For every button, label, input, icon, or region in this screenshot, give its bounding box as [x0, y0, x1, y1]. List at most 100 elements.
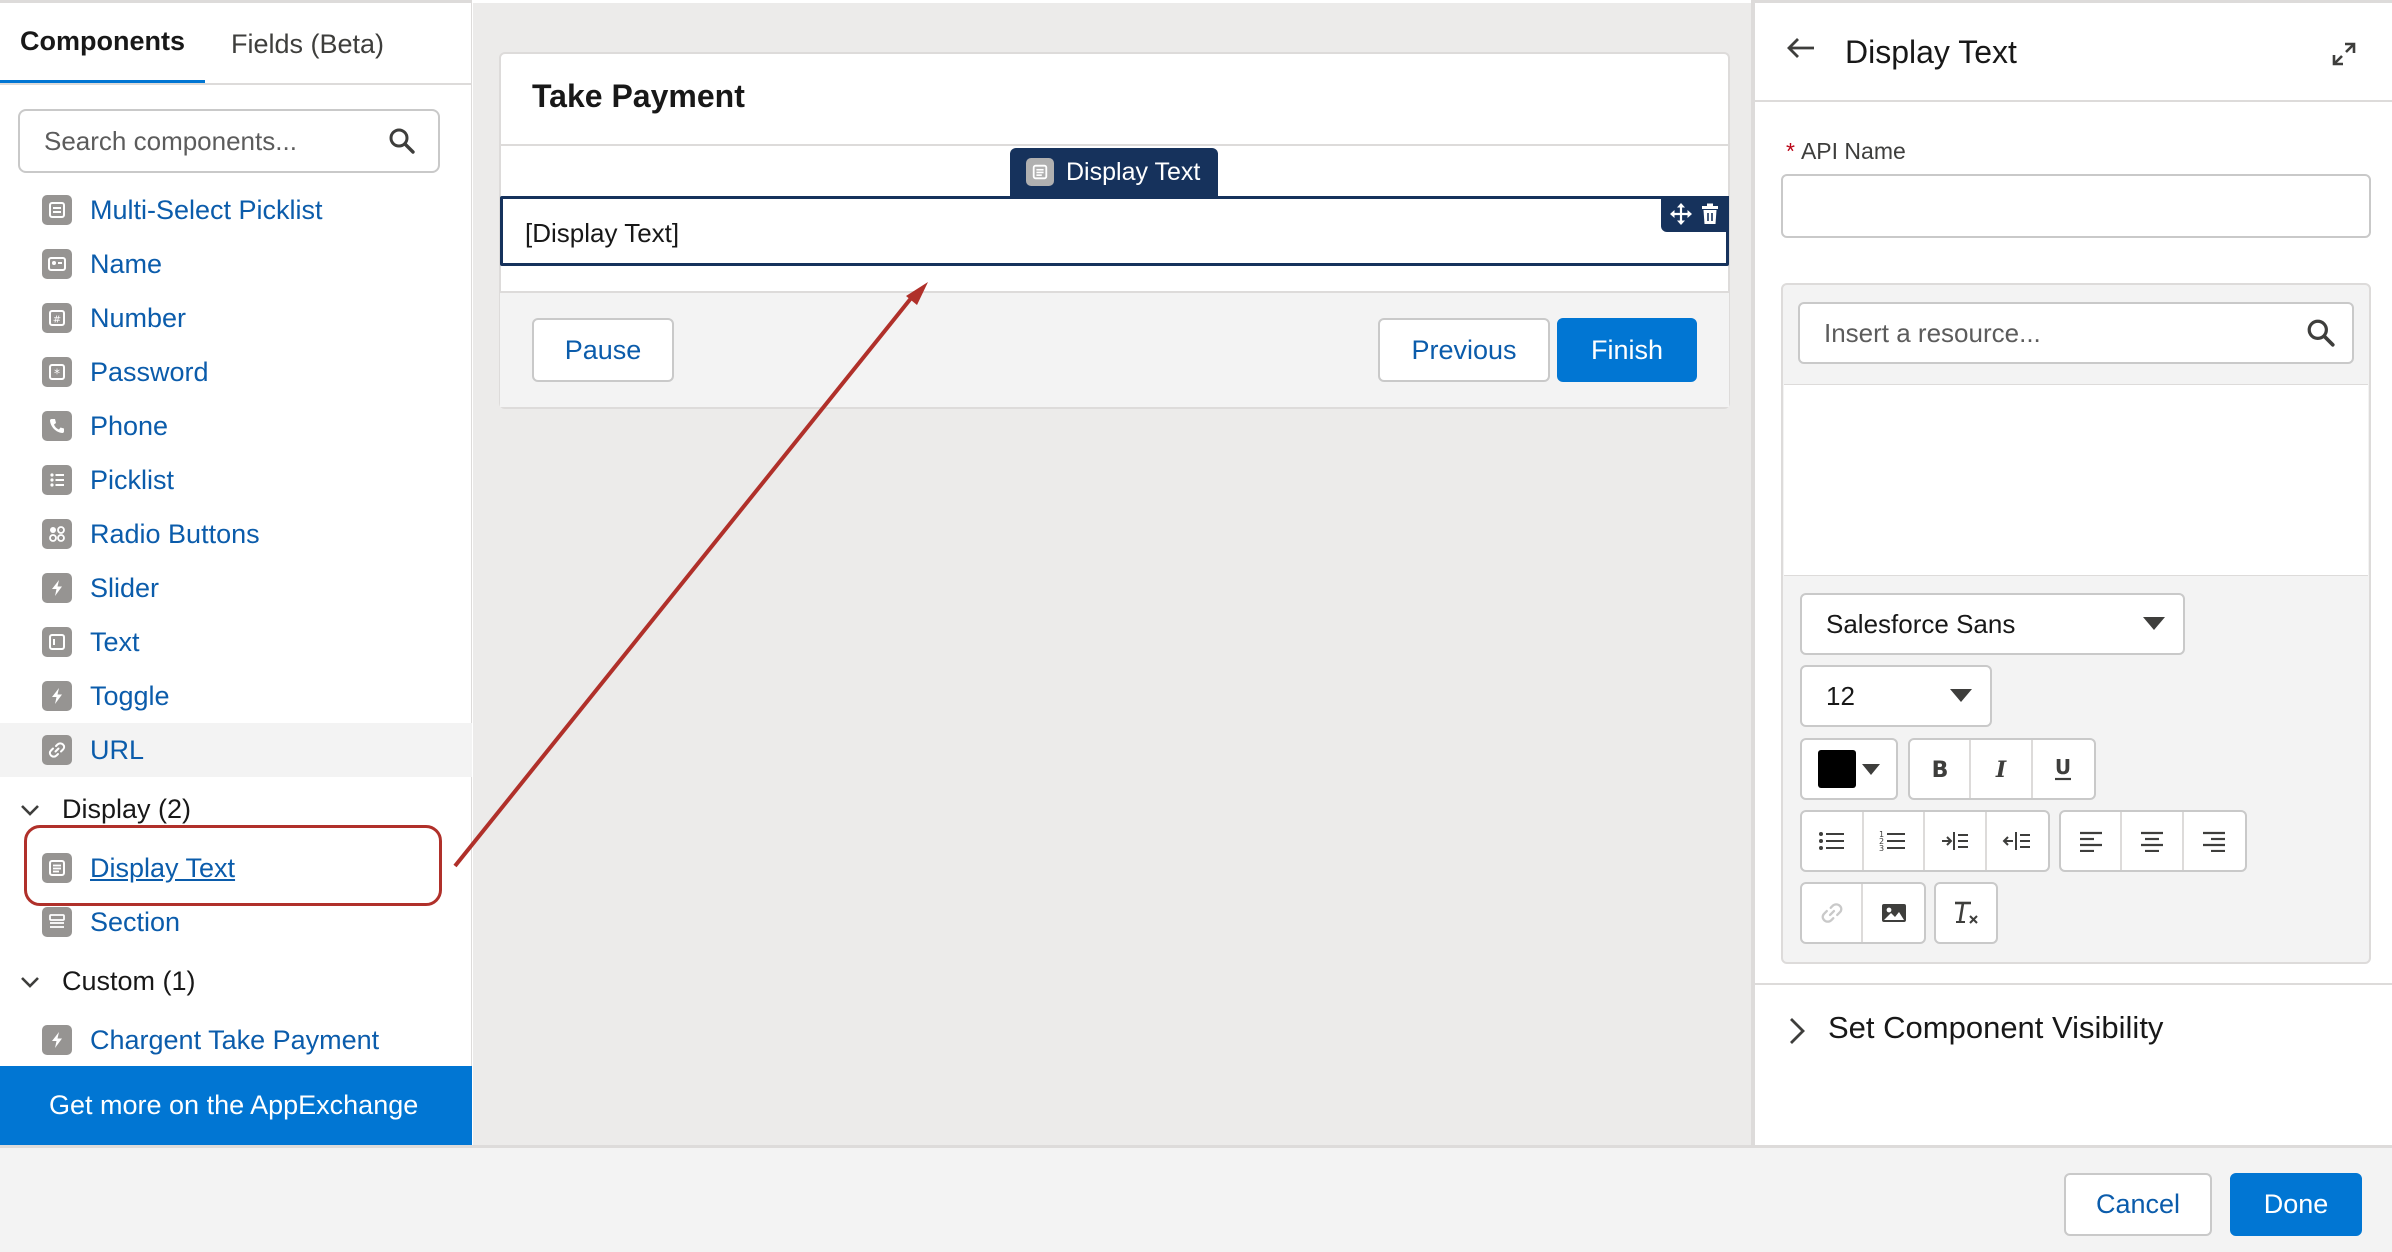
pause-button[interactable]: Pause: [532, 318, 674, 382]
chevron-down-icon: [18, 798, 42, 822]
tabs-divider: [0, 83, 472, 85]
indent-icon: [1940, 830, 1970, 852]
search-components-box[interactable]: [18, 109, 440, 173]
number-icon: #: [42, 303, 72, 333]
search-icon: [388, 127, 416, 155]
align-center-button[interactable]: [2122, 812, 2184, 870]
component-item-text[interactable]: Text: [0, 615, 472, 669]
chevron-right-icon[interactable]: [1786, 1016, 1808, 1046]
component-label: Number: [90, 302, 187, 333]
outdent-button[interactable]: [1987, 812, 2048, 870]
insert-link-button[interactable]: [1802, 884, 1864, 942]
component-label: Picklist: [90, 464, 175, 495]
component-label: Slider: [90, 572, 160, 603]
field-actions: [1661, 196, 1729, 232]
selected-component-tag-label: Display Text: [1066, 157, 1201, 186]
name-card-icon: [42, 249, 72, 279]
italic-button[interactable]: I: [1971, 740, 2033, 798]
clear-formatting-icon: [1952, 900, 1980, 926]
component-label: Toggle: [90, 680, 170, 711]
indent-button[interactable]: [1925, 812, 1987, 870]
component-item-url[interactable]: URL: [0, 723, 472, 777]
api-name-input[interactable]: [1781, 174, 2371, 238]
align-left-icon: [2078, 830, 2104, 852]
component-label: Radio Buttons: [90, 518, 260, 549]
annotation-highlight: [24, 825, 442, 906]
visibility-divider: [1755, 983, 2392, 985]
section-custom-header[interactable]: Custom (1): [0, 954, 472, 1008]
component-label: Password: [90, 356, 209, 387]
modal-footer: [0, 1145, 2392, 1252]
set-component-visibility[interactable]: Set Component Visibility: [1828, 1010, 2163, 1046]
insert-image-button[interactable]: [1863, 884, 1924, 942]
component-item-password[interactable]: * Password: [0, 345, 472, 399]
align-left-button[interactable]: [2061, 812, 2123, 870]
cancel-button[interactable]: Cancel: [2064, 1173, 2212, 1236]
insert-group: [1800, 882, 1926, 944]
lightning-icon: [42, 681, 72, 711]
text-color-group: [1800, 738, 1898, 800]
component-item-name[interactable]: Name: [0, 237, 472, 291]
component-item-chargent-take-payment[interactable]: Chargent Take Payment: [0, 1013, 472, 1067]
search-icon: [2306, 318, 2336, 348]
link-icon: [42, 735, 72, 765]
component-item-toggle[interactable]: Toggle: [0, 669, 472, 723]
lightning-icon: [42, 1025, 72, 1055]
component-label: Chargent Take Payment: [90, 1024, 380, 1055]
finish-button[interactable]: Finish: [1557, 318, 1697, 382]
bulleted-list-button[interactable]: [1802, 812, 1864, 870]
align-right-button[interactable]: [2184, 812, 2245, 870]
editor-content-area[interactable]: [1784, 384, 2368, 576]
back-arrow-icon[interactable]: [1786, 36, 1816, 60]
tab-components[interactable]: Components: [0, 3, 205, 85]
section-label: Custom (1): [62, 965, 196, 996]
svg-text:B: B: [1931, 758, 1948, 781]
font-size-value: 12: [1826, 680, 1855, 711]
font-size-select[interactable]: 12: [1800, 665, 1992, 727]
list-indent-group: 123: [1800, 810, 2050, 872]
underline-button[interactable]: U: [2033, 740, 2094, 798]
tab-fields-beta[interactable]: Fields (Beta): [205, 3, 410, 85]
component-label: URL: [90, 734, 145, 765]
component-item-radio-buttons[interactable]: Radio Buttons: [0, 507, 472, 561]
bulleted-list-icon: [1818, 830, 1846, 852]
outdent-icon: [2002, 830, 2032, 852]
search-components-input[interactable]: [44, 111, 374, 171]
insert-resource-box[interactable]: [1798, 302, 2354, 364]
underline-icon: U: [2052, 756, 2074, 782]
component-item-multi-select-picklist[interactable]: Multi-Select Picklist: [0, 183, 472, 237]
api-name-label-text: API Name: [1800, 138, 1906, 164]
component-label: Text: [90, 626, 140, 657]
clear-format-group: [1934, 882, 1998, 944]
component-item-phone[interactable]: Phone: [0, 399, 472, 453]
previous-button[interactable]: Previous: [1378, 318, 1550, 382]
section-icon: [42, 907, 72, 937]
component-item-picklist[interactable]: Picklist: [0, 453, 472, 507]
display-text-field[interactable]: [Display Text]: [500, 196, 1729, 266]
text-format-group: B I U: [1908, 738, 2096, 800]
font-family-select[interactable]: Salesforce Sans: [1800, 593, 2185, 655]
radio-buttons-icon: [42, 519, 72, 549]
text-color-button[interactable]: [1802, 740, 1896, 798]
numbered-list-button[interactable]: 123: [1864, 812, 1925, 870]
delete-icon[interactable]: [1700, 203, 1720, 225]
required-marker: *: [1786, 138, 1795, 164]
svg-text:*: *: [54, 367, 60, 381]
bold-button[interactable]: B: [1910, 740, 1972, 798]
insert-resource-input[interactable]: [1824, 304, 2284, 362]
move-icon[interactable]: [1669, 203, 1692, 225]
clear-formatting-button[interactable]: [1936, 884, 1996, 942]
font-family-value: Salesforce Sans: [1826, 608, 2016, 639]
done-button[interactable]: Done: [2230, 1173, 2362, 1236]
component-item-slider[interactable]: Slider: [0, 561, 472, 615]
panel-header-divider: [1755, 100, 2392, 102]
expand-icon[interactable]: [2330, 40, 2358, 68]
selected-component-tag[interactable]: Display Text: [1010, 148, 1218, 196]
caret-down-icon: [2143, 617, 2165, 630]
component-label: Phone: [90, 410, 169, 441]
appexchange-link[interactable]: Get more on the AppExchange: [0, 1066, 472, 1145]
component-label: Name: [90, 248, 163, 279]
component-item-number[interactable]: # Number: [0, 291, 472, 345]
svg-text:I: I: [1995, 757, 2007, 781]
lightning-icon: [42, 573, 72, 603]
